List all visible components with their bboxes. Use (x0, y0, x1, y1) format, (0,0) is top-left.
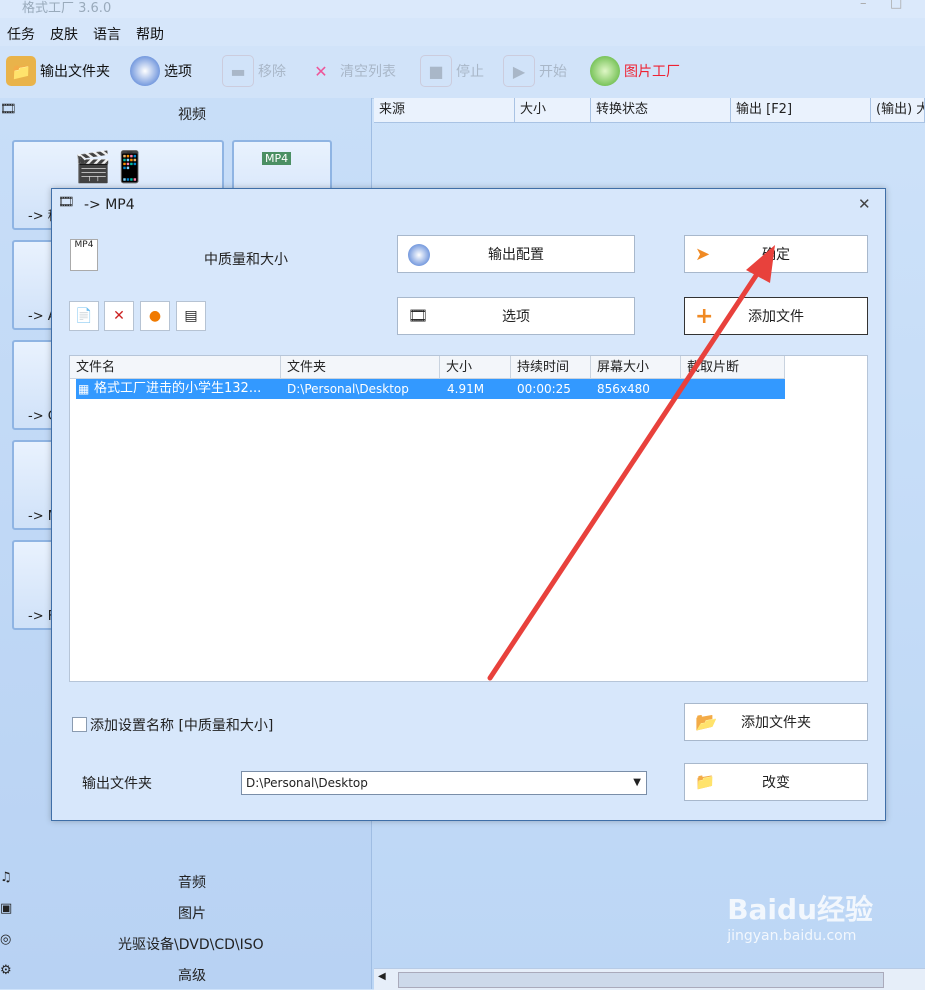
watermark-url: jingyan.baidu.com (727, 928, 857, 944)
baidu-watermark: Baidu经验 jingyan.baidu.com (727, 888, 873, 944)
annotation-arrow (487, 245, 775, 681)
watermark-brand: Baidu经验 (727, 893, 873, 926)
